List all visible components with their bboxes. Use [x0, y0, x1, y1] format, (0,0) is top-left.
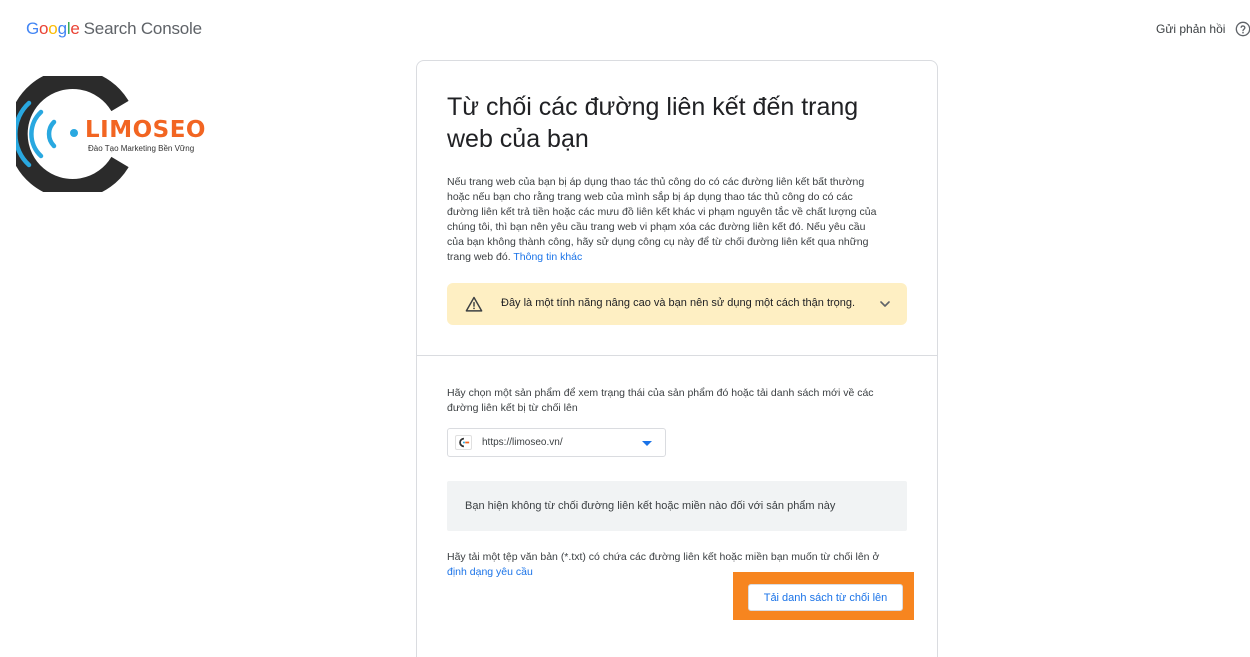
- logo-letter: o: [39, 19, 49, 38]
- required-format-link[interactable]: định dạng yêu cầu: [447, 566, 533, 578]
- advanced-feature-warning[interactable]: Đây là một tính năng nâng cao và bạn nên…: [447, 283, 907, 325]
- learn-more-link[interactable]: Thông tin khác: [513, 251, 582, 263]
- watermark-brand: LIMOSEO: [85, 117, 206, 143]
- disavow-card: Từ chối các đường liên kết đến trang web…: [416, 60, 938, 657]
- selected-property: https://limoseo.vn/: [482, 437, 563, 448]
- logo-letter: G: [26, 19, 40, 38]
- section-divider: [417, 355, 937, 356]
- watermark-tagline: Đào Tạo Marketing Bền Vững: [88, 144, 195, 153]
- logo-letter: g: [57, 19, 67, 38]
- product-name: Search Console: [83, 19, 202, 38]
- intro-text: Nếu trang web của bạn bị áp dụng thao tá…: [447, 176, 877, 263]
- help-circle-icon[interactable]: [1235, 21, 1250, 37]
- logo-letter: o: [48, 19, 58, 38]
- intro-paragraph: Nếu trang web của bạn bị áp dụng thao tá…: [447, 175, 885, 265]
- upload-text: Hãy tải một tệp văn bản (*.txt) có chứa …: [447, 551, 880, 563]
- dropdown-caret-icon: [642, 441, 652, 446]
- warning-text: Đây là một tính năng nâng cao và bạn nên…: [501, 297, 856, 309]
- status-text: Bạn hiện không từ chối đường liên kết ho…: [465, 500, 836, 512]
- send-feedback-link[interactable]: Gửi phản hồi: [1156, 22, 1225, 36]
- search-console-logo[interactable]: Google Search Console: [26, 19, 202, 39]
- limoseo-watermark: LIMOSEO Đào Tạo Marketing Bền Vững: [16, 76, 216, 192]
- chevron-down-icon[interactable]: [879, 298, 891, 310]
- page-title: Từ chối các đường liên kết đến trang web…: [447, 93, 859, 153]
- top-bar: Google Search Console Gửi phản hồi: [0, 0, 1250, 58]
- logo-letter: e: [70, 19, 80, 38]
- disavow-status-box: Bạn hiện không từ chối đường liên kết ho…: [447, 481, 907, 531]
- property-select[interactable]: https://limoseo.vn/: [447, 428, 666, 457]
- warning-triangle-icon: [465, 296, 483, 312]
- site-favicon-icon: [455, 435, 472, 450]
- upload-disavow-list-button[interactable]: Tải danh sách từ chối lên: [748, 584, 903, 611]
- choose-property-text: Hãy chọn một sản phẩm để xem trạng thái …: [447, 387, 874, 414]
